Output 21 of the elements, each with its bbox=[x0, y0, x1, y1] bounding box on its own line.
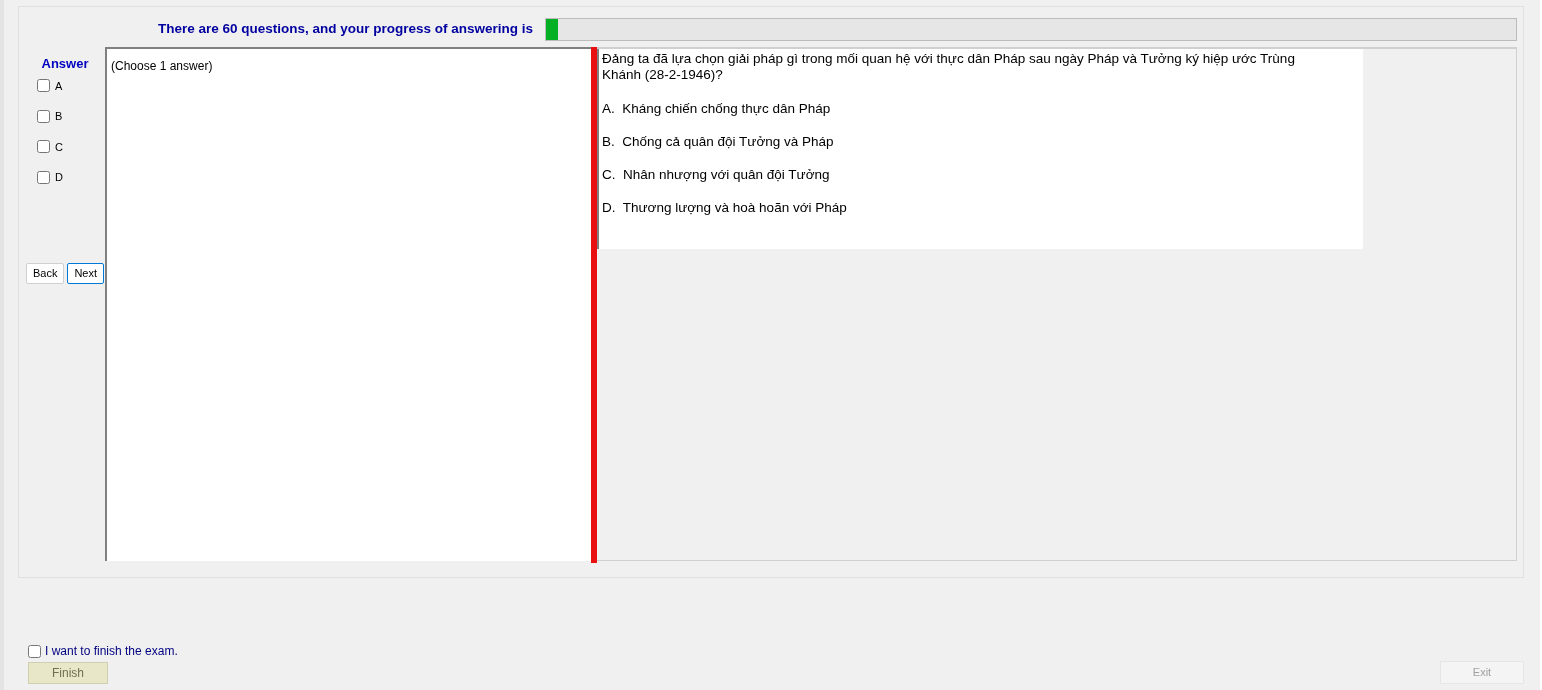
answer-option-label: C bbox=[55, 139, 63, 155]
answer-checkbox[interactable] bbox=[37, 170, 50, 184]
answer-checkbox[interactable] bbox=[37, 79, 50, 93]
answer-option-label: B bbox=[55, 109, 63, 124]
question-text: Đảng ta đã lựa chọn giải pháp gì trong mối quan hệ với thực dân Pháp sau ngày Pháp và Tưởng ký hiệp ước Trùng Khánh (28-2-1946)? bbox=[602, 51, 1296, 83]
answer-choice-text: D. Thương lượng và hoà hoãn với Pháp bbox=[602, 199, 848, 216]
answer-checkbox[interactable] bbox=[37, 140, 50, 154]
nav-button[interactable]: Back bbox=[25, 262, 65, 284]
answer-option-label: D bbox=[55, 170, 63, 185]
answer-choice-text: B. Chống cả quân đội Tưởng và Pháp bbox=[602, 133, 835, 150]
finish-checkbox[interactable] bbox=[28, 644, 41, 658]
instruction-text: (Choose 1 answer) bbox=[111, 59, 213, 73]
answer-option-label: A bbox=[55, 78, 63, 94]
answer-checkbox[interactable] bbox=[37, 109, 50, 123]
answer-heading: Answer bbox=[41, 55, 89, 73]
nav-button[interactable]: Next bbox=[67, 262, 105, 284]
answer-choice-text: C. Nhân nhượng với quân đội Tưởng bbox=[602, 166, 831, 183]
finish-button[interactable]: Finish bbox=[28, 662, 108, 684]
progress-label: There are 60 questions, and your progress of answering is bbox=[156, 19, 534, 38]
finish-confirmation-label: I want to finish the exam. bbox=[45, 643, 178, 660]
answer-choice-text: A. Kháng chiến chống thực dân Pháp bbox=[602, 100, 832, 117]
